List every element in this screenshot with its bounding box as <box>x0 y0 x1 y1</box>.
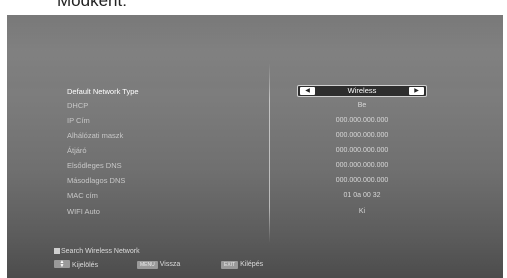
setting-row-subnet-mask[interactable]: Alhálózati maszk 000.000.000.000 <box>7 128 503 143</box>
setting-value: 000.000.000.000 <box>335 132 389 139</box>
page-caption: Módkent: <box>57 0 127 10</box>
settings-panel: Default Network Type ◀ Wireless ▶ DHCP B… <box>7 15 503 278</box>
setting-label: IP Cím <box>67 116 90 125</box>
select-hint: ▲ ▼ Kijelölés <box>54 260 98 270</box>
panel-glow <box>7 15 503 85</box>
setting-row-secondary-dns[interactable]: Másodlagos DNS 000.000.000.000 <box>7 173 503 188</box>
setting-label: Másodlagos DNS <box>67 176 126 185</box>
setting-label: Default Network Type <box>67 87 139 96</box>
network-settings-screen: Módkent: Default Network Type ◀ Wireless… <box>0 0 507 278</box>
setting-row-ip[interactable]: IP Cím 000.000.000.000 <box>7 113 503 128</box>
menu-key-icon: MENU <box>137 261 158 269</box>
setting-row-network-type[interactable]: Default Network Type ◀ Wireless ▶ <box>7 84 503 99</box>
setting-label: WIFI Auto <box>67 207 100 216</box>
back-hint: MENU Vissza <box>137 260 180 270</box>
back-hint-label: Vissza <box>159 261 181 268</box>
arrow-left-icon[interactable]: ◀ <box>300 87 315 95</box>
arrow-right-icon[interactable]: ▶ <box>409 87 424 95</box>
setting-label: MAC cím <box>67 191 98 200</box>
exit-hint: EXIT Kilépés <box>221 260 263 270</box>
setting-label: Átjáró <box>67 146 87 155</box>
setting-label: Elsődleges DNS <box>67 161 122 170</box>
exit-hint-label: Kilépés <box>240 261 264 268</box>
search-wireless-hint[interactable]: Search Wireless Network <box>54 248 140 255</box>
setting-value: Be <box>357 102 367 109</box>
setting-value: 000.000.000.000 <box>335 117 389 124</box>
setting-value: 000.000.000.000 <box>335 162 389 169</box>
setting-label: DHCP <box>67 101 89 110</box>
select-hint-label: Kijelölés <box>72 262 99 269</box>
setting-value: 000.000.000.000 <box>335 147 389 154</box>
up-down-arrows-icon: ▲ ▼ <box>54 260 70 269</box>
search-wireless-label: Search Wireless Network <box>61 248 140 255</box>
exit-key-icon: EXIT <box>221 261 239 269</box>
network-type-value: Wireless <box>347 86 377 95</box>
setting-label: Alhálózati maszk <box>67 131 124 140</box>
setting-row-primary-dns[interactable]: Elsődleges DNS 000.000.000.000 <box>7 158 503 173</box>
setting-row-mac[interactable]: MAC cím 01 0a 00 32 <box>7 188 503 203</box>
color-key-icon <box>54 248 60 254</box>
setting-row-dhcp[interactable]: DHCP Be <box>7 98 503 113</box>
setting-value: 01 0a 00 32 <box>343 192 381 199</box>
setting-row-gateway[interactable]: Átjáró 000.000.000.000 <box>7 143 503 158</box>
setting-value: Ki <box>358 208 366 215</box>
setting-value: 000.000.000.000 <box>335 177 389 184</box>
setting-row-wifi-auto[interactable]: WIFI Auto Ki <box>7 204 503 219</box>
network-type-selector[interactable]: ◀ Wireless ▶ <box>297 85 427 97</box>
